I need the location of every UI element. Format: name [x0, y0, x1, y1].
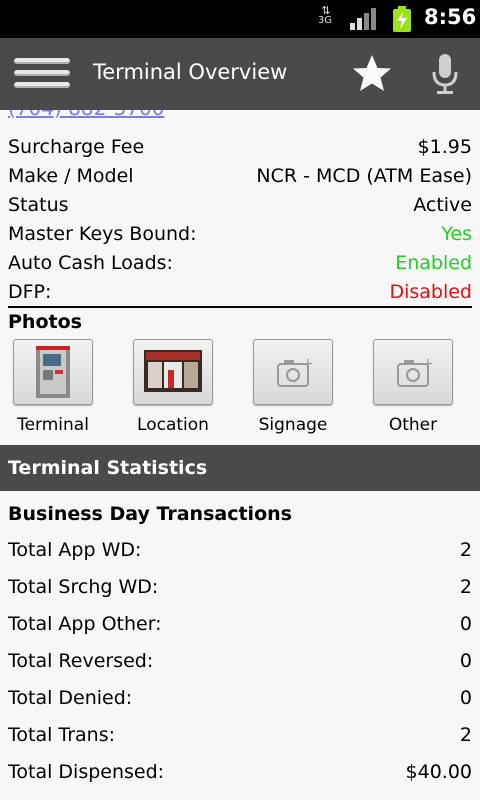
- storefront-photo-thumbnail: [144, 350, 202, 392]
- photo-button[interactable]: +: [253, 339, 333, 405]
- network-type: 3G: [317, 15, 333, 26]
- photo-button[interactable]: [133, 339, 213, 405]
- stat-value: $40.00: [405, 761, 472, 783]
- clock: 8:56: [424, 5, 477, 29]
- divider: [8, 306, 472, 308]
- network-indicator: ⇅ 3G: [314, 5, 336, 32]
- section-title: Terminal Statistics: [8, 457, 208, 479]
- stat-label: Total App Other:: [8, 613, 162, 635]
- row-label: Status: [8, 194, 69, 216]
- favorite-star-icon[interactable]: [350, 52, 394, 96]
- phone-number[interactable]: (704) 882-3700: [8, 110, 164, 120]
- row-label: Make / Model: [8, 165, 134, 187]
- stat-row: Total App Other: 0: [8, 609, 472, 639]
- row-value: Active: [413, 194, 472, 216]
- photo-signage[interactable]: + Signage: [243, 339, 343, 435]
- stat-row: Total Srchg WD: 2: [8, 572, 472, 602]
- page-title: Terminal Overview: [93, 60, 288, 84]
- master-keys-row: Master Keys Bound: Yes: [8, 220, 472, 249]
- stat-row: Total Reversed: 0: [8, 646, 472, 676]
- auto-cash-loads-row: Auto Cash Loads: Enabled: [8, 249, 472, 278]
- status-row: Status Active: [8, 191, 472, 220]
- stat-row: Total App WD: 2: [8, 535, 472, 565]
- menu-icon[interactable]: [14, 58, 70, 90]
- photos-heading: Photos: [8, 311, 82, 333]
- photo-label: Location: [137, 415, 209, 435]
- row-value: Enabled: [395, 252, 472, 274]
- stat-value: 2: [459, 539, 472, 561]
- surcharge-fee-row: Surcharge Fee $1.95: [8, 133, 472, 162]
- terminal-statistics-header: Terminal Statistics: [0, 445, 480, 491]
- photo-label: Signage: [258, 415, 328, 435]
- dfp-row: DFP: Disabled: [8, 278, 472, 307]
- stat-value: 2: [459, 576, 472, 598]
- row-value: $1.95: [417, 136, 472, 158]
- action-bar: Terminal Overview: [0, 38, 480, 110]
- row-label: Master Keys Bound:: [8, 223, 197, 245]
- photo-other[interactable]: + Other: [363, 339, 463, 435]
- photo-label: Terminal: [17, 415, 89, 435]
- stat-row: Total Dispensed: $40.00: [8, 757, 472, 787]
- add-camera-icon: +: [277, 356, 314, 387]
- stat-label: Total Reversed:: [8, 650, 154, 672]
- svg-text:+: +: [302, 356, 314, 372]
- svg-text:+: +: [422, 356, 434, 372]
- row-value: Disabled: [389, 281, 472, 303]
- stat-label: Total Denied:: [8, 687, 133, 709]
- stat-value: 2: [459, 724, 472, 746]
- stat-label: Total Dispensed:: [8, 761, 165, 783]
- photo-label: Other: [388, 415, 438, 435]
- photo-terminal[interactable]: Terminal: [3, 339, 103, 435]
- row-label: Surcharge Fee: [8, 136, 145, 158]
- stat-value: 0: [459, 613, 472, 635]
- row-value: NCR - MCD (ATM Ease): [256, 165, 472, 187]
- stat-row: Total Trans: 2: [8, 720, 472, 750]
- stat-label: Total Trans:: [8, 724, 116, 746]
- stat-value: 0: [459, 687, 472, 709]
- status-bar: ⇅ 3G 8:56: [0, 0, 480, 38]
- stat-label: Total Srchg WD:: [8, 576, 159, 598]
- business-day-heading: Business Day Transactions: [8, 503, 292, 525]
- stat-row: Total Denied: 0: [8, 683, 472, 713]
- row-value: Yes: [441, 223, 472, 245]
- stat-value: 0: [459, 650, 472, 672]
- signal-icon: [350, 8, 376, 30]
- photo-button[interactable]: +: [373, 339, 453, 405]
- microphone-icon[interactable]: [428, 52, 462, 96]
- phone-link[interactable]: (704) 882-3700: [8, 110, 208, 128]
- photo-location[interactable]: Location: [123, 339, 223, 435]
- battery-charging-icon: [393, 6, 411, 32]
- make-model-row: Make / Model NCR - MCD (ATM Ease): [8, 162, 472, 191]
- atm-photo-thumbnail: [36, 346, 70, 398]
- row-label: DFP:: [8, 281, 52, 303]
- row-label: Auto Cash Loads:: [8, 252, 173, 274]
- stat-label: Total App WD:: [8, 539, 142, 561]
- add-camera-icon: +: [397, 356, 434, 387]
- photo-button[interactable]: [13, 339, 93, 405]
